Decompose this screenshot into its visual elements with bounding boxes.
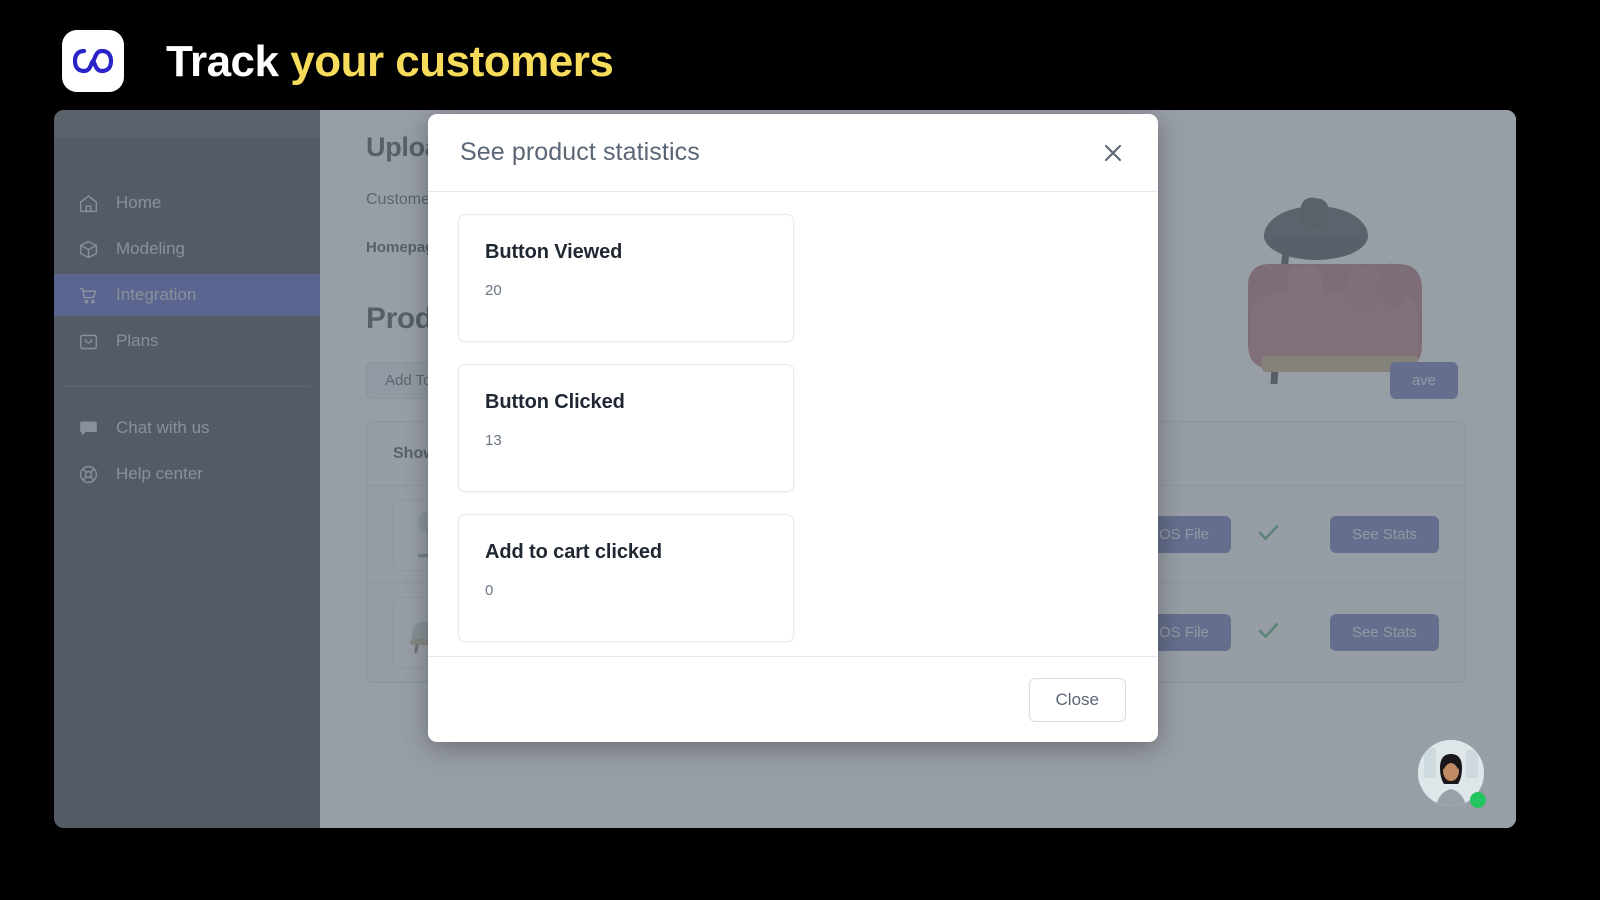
modal-title: See product statistics	[460, 138, 700, 166]
app-logo	[62, 30, 124, 92]
stat-value: 0	[485, 582, 494, 599]
online-status-dot	[1470, 792, 1486, 808]
stat-card-button-viewed: Button Viewed 20	[458, 214, 794, 342]
screen-root: Track your customers Home	[0, 0, 1600, 900]
statistics-grid: Button Viewed 20 Button Clicked 13 Add t…	[458, 214, 1130, 656]
modal-header: See product statistics	[428, 114, 1158, 192]
close-x-icon[interactable]	[1098, 138, 1128, 168]
stat-label: Button Clicked	[485, 391, 625, 413]
stat-card-add-to-cart-clicked: Add to cart clicked 0	[458, 514, 794, 642]
stat-value: 20	[485, 282, 502, 299]
close-button[interactable]: Close	[1028, 677, 1126, 722]
banner-title: Track your customers	[166, 34, 614, 90]
modal-footer: Close	[428, 656, 1158, 742]
product-statistics-modal: See product statistics Button Viewed 20 …	[428, 114, 1158, 742]
stat-value: 13	[485, 432, 502, 449]
stat-label: Add to cart clicked	[485, 541, 663, 563]
stat-label: Button Viewed	[485, 241, 623, 263]
page-banner: Track your customers	[0, 0, 1600, 108]
banner-title-primary: Track	[166, 37, 291, 86]
modal-body: Button Viewed 20 Button Clicked 13 Add t…	[428, 192, 1158, 656]
banner-title-accent: your customers	[290, 37, 614, 86]
stat-card-button-clicked: Button Clicked 13	[458, 364, 794, 492]
infinity-logo-icon	[72, 48, 114, 74]
